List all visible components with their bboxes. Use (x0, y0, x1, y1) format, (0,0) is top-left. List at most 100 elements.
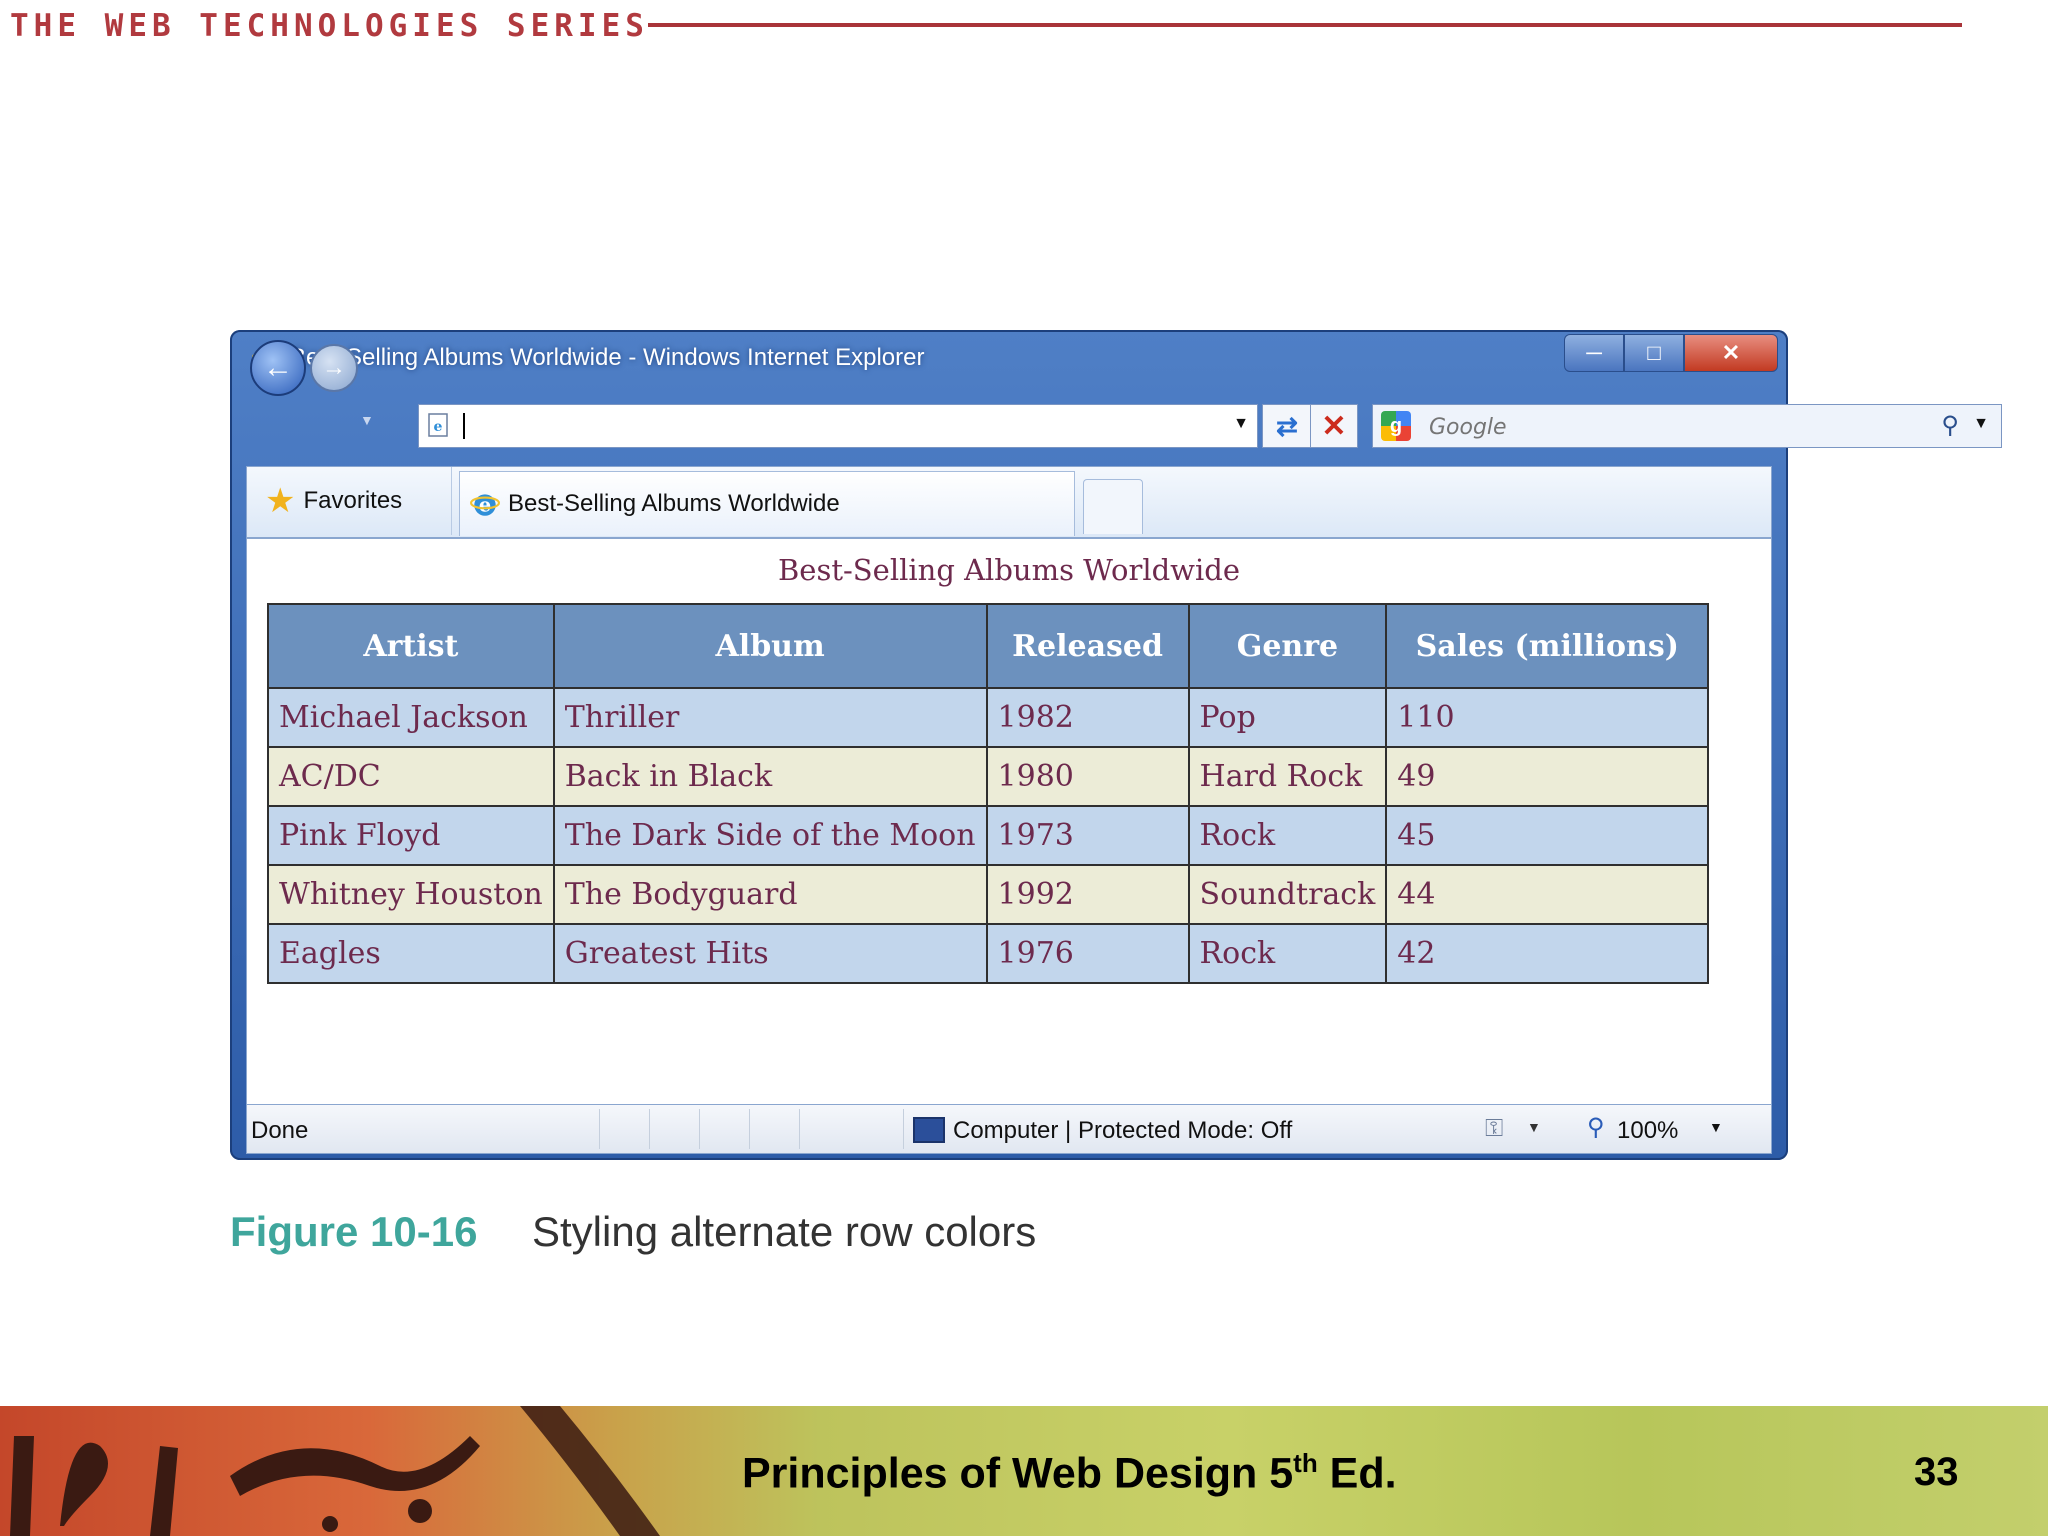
cell-genre: Rock (1187, 923, 1388, 984)
cell-artist: Whitney Houston (267, 864, 555, 925)
cell-sales: 45 (1385, 805, 1710, 866)
footer-title-end: Ed. (1317, 1449, 1397, 1498)
address-dropdown[interactable]: ▼ (1233, 415, 1249, 433)
page-number: 33 (1914, 1450, 1959, 1494)
tab-label: Best-Selling Albums Worldwide (508, 490, 840, 517)
security-zone[interactable]: Computer | Protected Mode: Off (953, 1117, 1292, 1145)
browser-window: e Best-Selling Albums Worldwide - Window… (230, 330, 2002, 1160)
recent-pages-dropdown[interactable]: ▼ (360, 412, 374, 428)
cell-released: 1992 (985, 864, 1190, 925)
table-row: Pink Floyd The Dark Side of the Moon 197… (267, 805, 1710, 866)
forward-button[interactable]: → (310, 344, 358, 392)
google-icon[interactable]: g (1381, 411, 1411, 441)
zoom-level[interactable]: 100% (1617, 1117, 1678, 1145)
status-divider (749, 1109, 750, 1149)
close-icon: ✕ (1721, 340, 1741, 365)
close-button[interactable]: ✕ (1684, 334, 1778, 372)
cell-album: Back in Black (552, 746, 988, 807)
column-header-artist: Artist (267, 603, 555, 689)
refresh-icon: ⇄ (1276, 410, 1298, 441)
cell-released: 1973 (985, 805, 1190, 866)
figure-number: Figure 10-16 (230, 1208, 478, 1255)
lock-icon[interactable]: ⚿ (1485, 1115, 1503, 1143)
page-content: Best-Selling Albums Worldwide Artist Alb… (246, 538, 1772, 1106)
status-divider (699, 1109, 700, 1149)
maximize-icon: □ (1647, 340, 1661, 365)
cell-album: The Dark Side of the Moon (552, 805, 988, 866)
page-icon: e (427, 413, 451, 437)
table-header-row: Artist Album Released Genre Sales (milli… (267, 603, 1710, 689)
address-caret (463, 413, 465, 439)
favorites-label: Favorites (303, 487, 403, 514)
status-divider (799, 1109, 800, 1149)
cell-artist: Michael Jackson (267, 687, 555, 748)
back-button[interactable]: ← (250, 340, 306, 396)
minimize-button[interactable]: ─ (1564, 334, 1624, 372)
new-tab-button[interactable] (1083, 479, 1143, 534)
table-row: Eagles Greatest Hits 1976 Rock 42 (267, 923, 1710, 984)
cell-album: The Bodyguard (552, 864, 988, 925)
table-row: Michael Jackson Thriller 1982 Pop 110 (267, 687, 1710, 748)
figure-caption: Styling alternate row colors (532, 1208, 1037, 1255)
footer-artwork (10, 1406, 660, 1536)
zoom-icon[interactable]: ⚲ (1587, 1113, 1605, 1142)
footer-title: Principles of Web Design 5th Ed. (742, 1448, 1397, 1498)
status-text: Done (251, 1117, 309, 1144)
refresh-button[interactable]: ⇄ (1262, 404, 1312, 448)
footer-title-sup: th (1293, 1448, 1318, 1478)
computer-icon (913, 1117, 945, 1143)
footer-title-main: Principles of Web Design 5 (742, 1449, 1294, 1498)
status-divider (649, 1109, 650, 1149)
stop-icon: ✕ (1321, 409, 1347, 443)
cell-sales: 42 (1385, 923, 1710, 984)
cell-genre: Pop (1187, 687, 1388, 748)
address-bar[interactable]: e ▼ (418, 404, 1258, 448)
series-title: THE WEB TECHNOLOGIES SERIES (10, 8, 649, 44)
ie-logo-icon: e (470, 489, 500, 519)
table-row: AC/DC Back in Black 1980 Hard Rock 49 (267, 746, 1710, 807)
window-controls: ─ □ ✕ (1564, 334, 1778, 372)
forward-arrow-icon: → (322, 354, 346, 381)
cell-genre: Hard Rock (1187, 746, 1388, 807)
cell-genre: Rock (1187, 805, 1388, 866)
protected-mode-dropdown[interactable]: ▼ (1527, 1119, 1541, 1135)
cell-sales: 110 (1385, 687, 1710, 748)
header-rule (648, 23, 1962, 27)
footer-banner: Principles of Web Design 5th Ed. 33 (0, 1406, 2048, 1536)
status-divider (903, 1109, 904, 1149)
cell-artist: Pink Floyd (267, 805, 555, 866)
tab-best-selling-albums[interactable]: e Best-Selling Albums Worldwide (459, 471, 1075, 536)
cell-released: 1980 (985, 746, 1190, 807)
favorites-button[interactable]: ★ Favorites (247, 467, 452, 535)
cell-artist: AC/DC (267, 746, 555, 807)
star-icon: ★ (265, 482, 296, 520)
table-row: Whitney Houston The Bodyguard 1992 Sound… (267, 864, 1710, 925)
page-heading: Best-Selling Albums Worldwide (777, 553, 1240, 587)
minimize-icon: ─ (1586, 340, 1602, 365)
cell-album: Thriller (552, 687, 988, 748)
search-dropdown[interactable]: ▼ (1973, 415, 1989, 433)
cell-sales: 49 (1385, 746, 1710, 807)
cell-artist: Eagles (267, 923, 555, 984)
svg-text:e: e (434, 419, 443, 435)
column-header-genre: Genre (1187, 603, 1388, 689)
status-divider (599, 1109, 600, 1149)
column-header-sales: Sales (millions) (1385, 603, 1710, 689)
cell-sales: 44 (1385, 864, 1710, 925)
cell-released: 1982 (985, 687, 1190, 748)
maximize-button[interactable]: □ (1624, 334, 1684, 372)
search-icon[interactable]: ⚲ (1941, 411, 1959, 440)
title-bar[interactable]: e Best-Selling Albums Worldwide - Window… (230, 330, 1788, 386)
column-header-album: Album (552, 603, 988, 689)
stop-button[interactable]: ✕ (1310, 404, 1358, 448)
cell-released: 1976 (985, 923, 1190, 984)
tab-bar: ★ Favorites e Best-Selling Albums Worldw… (246, 466, 1772, 538)
column-header-released: Released (985, 603, 1190, 689)
search-box: g ⚲ ▼ (1372, 404, 2002, 448)
cell-album: Greatest Hits (552, 923, 988, 984)
window-title: Best-Selling Albums Worldwide - Windows … (290, 344, 925, 371)
cell-genre: Soundtrack (1187, 864, 1388, 925)
zoom-dropdown[interactable]: ▼ (1709, 1119, 1723, 1135)
search-input[interactable] (1427, 411, 1831, 443)
albums-table: Artist Album Released Genre Sales (milli… (267, 603, 1710, 984)
